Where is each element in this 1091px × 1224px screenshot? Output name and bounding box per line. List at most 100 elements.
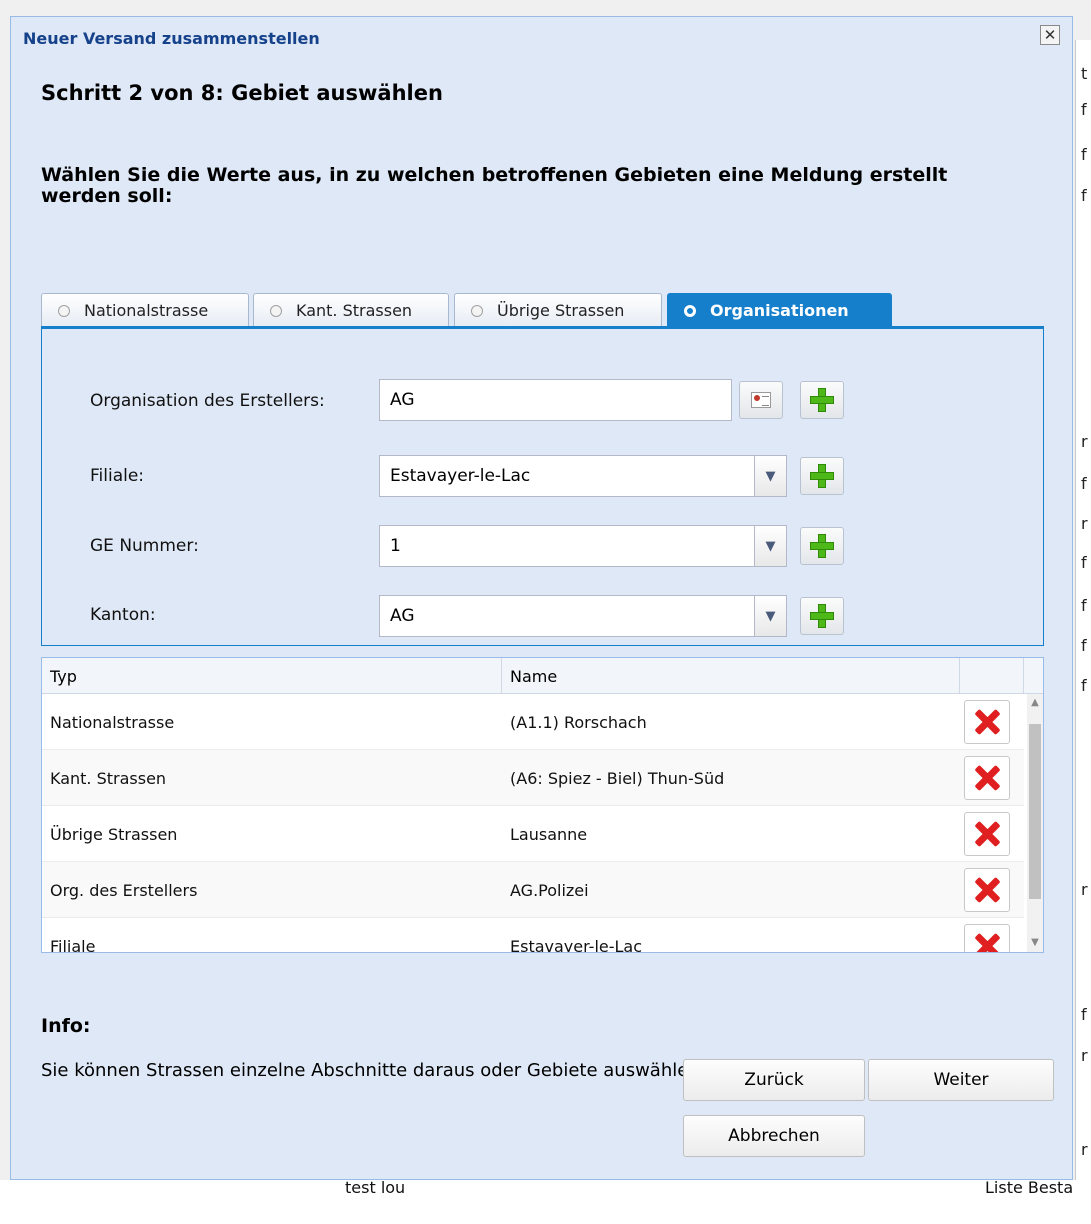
table-row[interactable]: Nationalstrasse (A1.1) Rorschach (42, 694, 1024, 750)
close-icon[interactable]: ✕ (1040, 25, 1060, 45)
next-button[interactable]: Weiter (868, 1059, 1054, 1101)
background-fragment: f (1081, 474, 1087, 493)
background-fragment: f (1081, 186, 1087, 205)
table-row[interactable]: Filiale Estavayer-le-Lac (42, 918, 1024, 953)
filiale-label: Filiale: (90, 466, 145, 486)
column-header-name[interactable]: Name (502, 658, 960, 694)
column-header-actions (960, 658, 1024, 694)
plus-icon (810, 464, 834, 488)
kanton-value: AG (390, 606, 415, 626)
delete-row-button[interactable] (964, 868, 1010, 912)
chevron-down-icon[interactable]: ▼ (755, 525, 787, 567)
tab-nationalstrasse[interactable]: Nationalstrasse (41, 293, 249, 327)
row-name: (A6: Spiez - Biel) Thun-Süd (510, 768, 725, 788)
background-fragment: f (1081, 676, 1087, 695)
background-fragment: r (1081, 880, 1088, 899)
row-name: AG.Polizei (510, 880, 589, 900)
dialog-title: Neuer Versand zusammenstellen (23, 29, 320, 48)
delete-row-button[interactable] (964, 924, 1010, 952)
row-typ: Kant. Strassen (50, 768, 167, 788)
background-fragment: r (1081, 514, 1088, 533)
background-fragment: f (1081, 1005, 1087, 1024)
background-fragment: r (1081, 432, 1088, 451)
ge-combo[interactable]: 1 (379, 525, 755, 567)
delete-row-button[interactable] (964, 812, 1010, 856)
background-fragment: t (1081, 64, 1088, 83)
row-name: Estavayer-le-Lac (510, 936, 643, 953)
tab-kant-strassen[interactable]: Kant. Strassen (253, 293, 449, 327)
background-fragment: r (1081, 1046, 1088, 1065)
background-fragment: f (1081, 636, 1087, 655)
plus-icon (810, 388, 834, 412)
ge-value: 1 (390, 536, 401, 556)
radio-selected-icon (684, 304, 696, 317)
add-ge-button[interactable] (800, 527, 844, 565)
ge-label: GE Nummer: (90, 536, 199, 556)
cancel-button[interactable]: Abbrechen (683, 1115, 865, 1157)
delete-icon (974, 765, 1000, 791)
delete-icon (974, 821, 1000, 847)
person-card-icon (751, 392, 771, 408)
add-kanton-button[interactable] (800, 597, 844, 635)
background-fragment: f (1081, 553, 1087, 572)
chevron-down-icon[interactable]: ▼ (755, 455, 787, 497)
step-title: Schritt 2 von 8: Gebiet auswählen (41, 81, 443, 105)
row-typ: Filiale (50, 936, 96, 953)
plus-icon (810, 534, 834, 558)
delete-row-button[interactable] (964, 700, 1010, 744)
background-fragment: f (1081, 145, 1087, 164)
table-row[interactable]: Übrige Strassen Lausanne (42, 806, 1024, 862)
info-title: Info: (41, 1015, 91, 1037)
scroll-thumb[interactable] (1029, 724, 1041, 899)
background-fragment: f (1081, 596, 1087, 615)
add-org-button[interactable] (800, 381, 844, 419)
grid-header: Typ Name (42, 658, 1043, 694)
radio-icon (58, 304, 70, 317)
tab-label: Organisationen (710, 301, 849, 320)
tab-label: Kant. Strassen (296, 301, 413, 320)
row-name: (A1.1) Rorschach (510, 712, 647, 732)
background-fragment: r (1081, 1140, 1088, 1159)
filiale-combo[interactable]: Estavayer-le-Lac (379, 455, 755, 497)
org-lookup-button[interactable] (739, 381, 783, 419)
tab-label: Nationalstrasse (84, 301, 209, 320)
filiale-value: Estavayer-le-Lac (390, 466, 531, 486)
plus-icon (810, 604, 834, 628)
tab-uebrige-strassen[interactable]: Übrige Strassen (454, 293, 662, 327)
row-typ: Übrige Strassen (50, 824, 178, 844)
info-text: Sie können Strassen einzelne Abschnitte … (41, 1060, 706, 1081)
radio-icon (270, 304, 282, 317)
tab-label: Übrige Strassen (497, 301, 625, 320)
row-typ: Org. des Erstellers (50, 880, 198, 900)
instruction-text: Wählen Sie die Werte aus, in zu welchen … (41, 164, 948, 207)
background-text: Liste Besta (985, 1178, 1074, 1197)
new-dispatch-dialog: Neuer Versand zusammenstellen ✕ Schritt … (10, 16, 1073, 1180)
tab-organisationen[interactable]: Organisationen (667, 293, 892, 327)
table-row[interactable]: Org. des Erstellers AG.Polizei (42, 862, 1024, 918)
org-input[interactable]: AG (379, 379, 732, 421)
background-fragment: f (1081, 100, 1087, 119)
grid-scrollbar[interactable]: ▲ ▼ (1027, 694, 1043, 952)
org-label: Organisation des Erstellers: (90, 391, 325, 411)
column-header-typ[interactable]: Typ (42, 658, 502, 694)
scroll-up-icon[interactable]: ▲ (1027, 694, 1043, 710)
back-button[interactable]: Zurück (683, 1059, 865, 1101)
delete-icon (974, 933, 1000, 952)
kanton-label: Kanton: (90, 605, 156, 625)
radio-icon (471, 304, 483, 317)
org-value: AG (390, 390, 415, 410)
background-text: test lou (345, 1178, 406, 1197)
delete-icon (974, 877, 1000, 903)
kanton-combo[interactable]: AG (379, 595, 755, 637)
row-typ: Nationalstrasse (50, 712, 175, 732)
scroll-down-icon[interactable]: ▼ (1027, 934, 1043, 950)
delete-icon (974, 709, 1000, 735)
delete-row-button[interactable] (964, 756, 1010, 800)
organisation-form: Organisation des Erstellers: AG Filiale:… (41, 329, 1044, 646)
table-row[interactable]: Kant. Strassen (A6: Spiez - Biel) Thun-S… (42, 750, 1024, 806)
add-filiale-button[interactable] (800, 457, 844, 495)
background-bottom-bar: test lou Liste Besta (0, 1178, 1091, 1224)
chevron-down-icon[interactable]: ▼ (755, 595, 787, 637)
selection-grid: Typ Name Nationalstrasse (A1.1) Rorschac… (41, 657, 1044, 953)
row-name: Lausanne (510, 824, 588, 844)
